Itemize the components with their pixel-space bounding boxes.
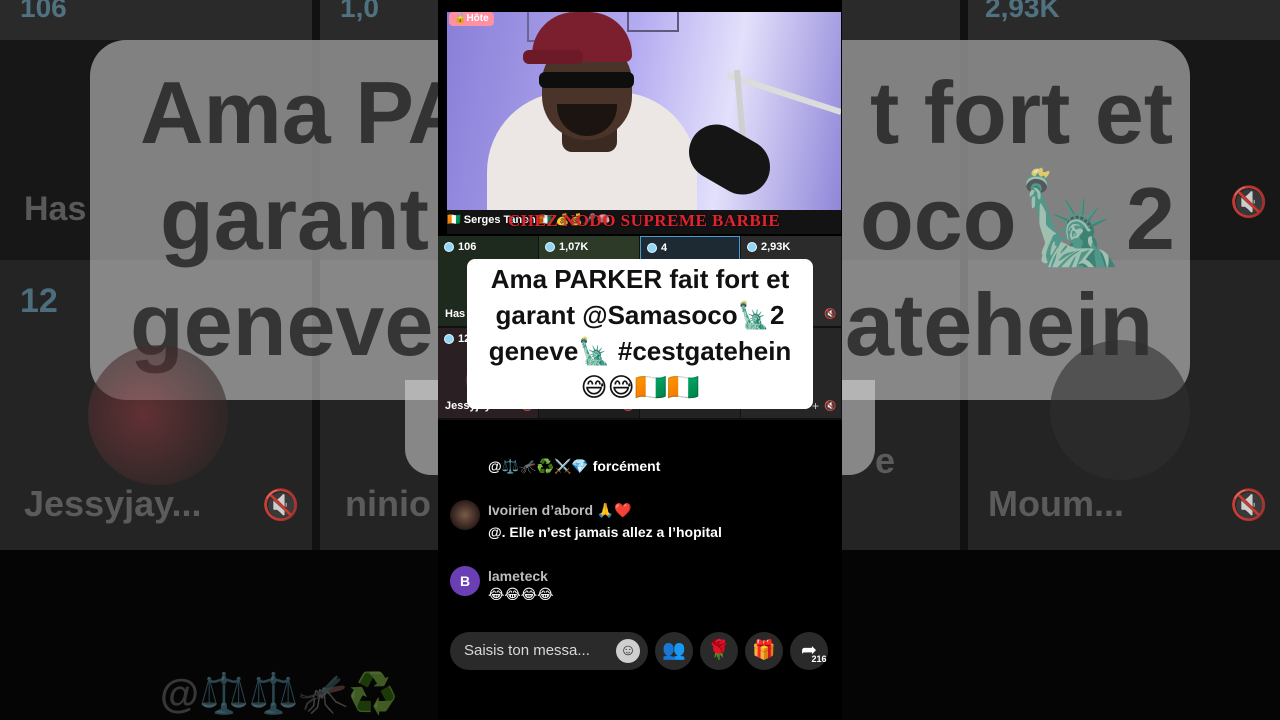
host-video[interactable]: 🔒Hôte bbox=[447, 12, 841, 210]
bg-guest-name: Has bbox=[24, 190, 87, 228]
caption-line: Ama PARKER fait fort et bbox=[490, 264, 790, 294]
coin-icon bbox=[545, 242, 555, 252]
mic-muted-icon: 🔇 bbox=[824, 401, 837, 412]
chat-input-row: Saisis ton messa... ☺ 👥 🌹 🎁 ➦ 216 bbox=[450, 632, 840, 670]
gift-icon: 🎁 bbox=[752, 640, 776, 661]
bg-avatar bbox=[1050, 340, 1190, 480]
message-input-placeholder: Saisis ton messa... bbox=[464, 642, 590, 659]
bg-chat-fragment: @⚖️⚖️🦟♻️ bbox=[160, 672, 399, 716]
bg-guest-name: Moum... bbox=[988, 483, 1124, 524]
bg-coin-count: 106 bbox=[20, 0, 67, 23]
people-icon: 👥 bbox=[662, 640, 686, 661]
emoji-icon[interactable]: ☺ bbox=[616, 639, 640, 663]
bg-caption-line: oco🗽2 bbox=[860, 169, 1175, 268]
caption-line: garant @Samasoco🗽2 bbox=[495, 300, 785, 330]
bg-mute-icon: 🔇 bbox=[262, 489, 300, 522]
bg-coin-count: 12 bbox=[20, 282, 58, 320]
coin-value: 2,93K bbox=[761, 241, 791, 253]
bg-guest-name: Jessyjay... bbox=[24, 483, 202, 524]
bg-caption-line: garant bbox=[160, 169, 429, 268]
invite-guests-button[interactable]: 👥 bbox=[655, 632, 693, 670]
bg-coin-count: 1,0 bbox=[340, 0, 379, 23]
guest-name: Has bbox=[445, 308, 466, 320]
host-cap bbox=[523, 50, 583, 64]
mic-muted-icon: 🔇 bbox=[824, 309, 837, 320]
bg-caption-line: t fort et bbox=[870, 63, 1174, 162]
bg-guest-name: ninio bbox=[345, 483, 431, 524]
coin-icon bbox=[747, 242, 757, 252]
chat-message-text: @. Elle n’est jamais allez a l’hopital bbox=[488, 524, 722, 540]
rose-icon: 🌹 bbox=[707, 640, 731, 661]
bg-caption-line: Ama PA bbox=[140, 63, 471, 162]
bg-avatar bbox=[88, 345, 228, 485]
host-overlay-text: CHEZ NODO SUPREME BARBIE bbox=[508, 211, 781, 230]
add-icon[interactable]: + bbox=[812, 400, 819, 412]
gift-button[interactable]: 🎁 bbox=[745, 632, 783, 670]
bg-guest-name: e bbox=[875, 440, 896, 481]
chat-message-text: 😂😂😂😂 bbox=[488, 586, 554, 602]
bg-coin-count: 2,93K bbox=[985, 0, 1060, 23]
rose-gift-button[interactable]: 🌹 bbox=[700, 632, 738, 670]
message-input[interactable]: Saisis ton messa... ☺ bbox=[450, 632, 648, 670]
coin-count: 2,93K bbox=[747, 241, 790, 253]
coin-value: 106 bbox=[458, 241, 477, 253]
chat-username[interactable]: lameteck bbox=[488, 568, 548, 584]
share-count: 216 bbox=[811, 654, 827, 664]
user-avatar[interactable]: B bbox=[450, 566, 480, 596]
wall-frame bbox=[627, 12, 679, 32]
share-button[interactable]: ➦ bbox=[790, 632, 828, 670]
host-sunglasses bbox=[539, 72, 634, 88]
coin-icon bbox=[444, 242, 454, 252]
bg-mute-icon: 🔇 bbox=[1230, 489, 1268, 522]
coin-icon bbox=[444, 334, 454, 344]
chat-message-text: @⚖️🦟♻️⚔️💎 forcément bbox=[488, 458, 661, 474]
video-caption: Ama PARKER fait fort et garant @Samasoco… bbox=[467, 259, 813, 409]
caption-line: geneve🗽 #cestgatehein bbox=[488, 336, 792, 366]
chat-username[interactable]: Ivoirien d’abord 🙏❤️ bbox=[488, 502, 632, 519]
coin-value: 4 bbox=[661, 242, 668, 254]
user-avatar[interactable] bbox=[450, 500, 480, 530]
coin-count: 106 bbox=[444, 241, 476, 253]
coin-value: 1,07K bbox=[559, 241, 589, 253]
coin-count: 1,07K bbox=[545, 241, 588, 253]
host-badge: 🔒Hôte bbox=[449, 12, 494, 26]
bg-mute-icon: 🔇 bbox=[1230, 186, 1268, 219]
coin-icon bbox=[647, 243, 657, 253]
caption-line: 😅😅🇨🇮🇨🇮 bbox=[580, 372, 700, 402]
coin-count: 4 bbox=[647, 242, 667, 254]
